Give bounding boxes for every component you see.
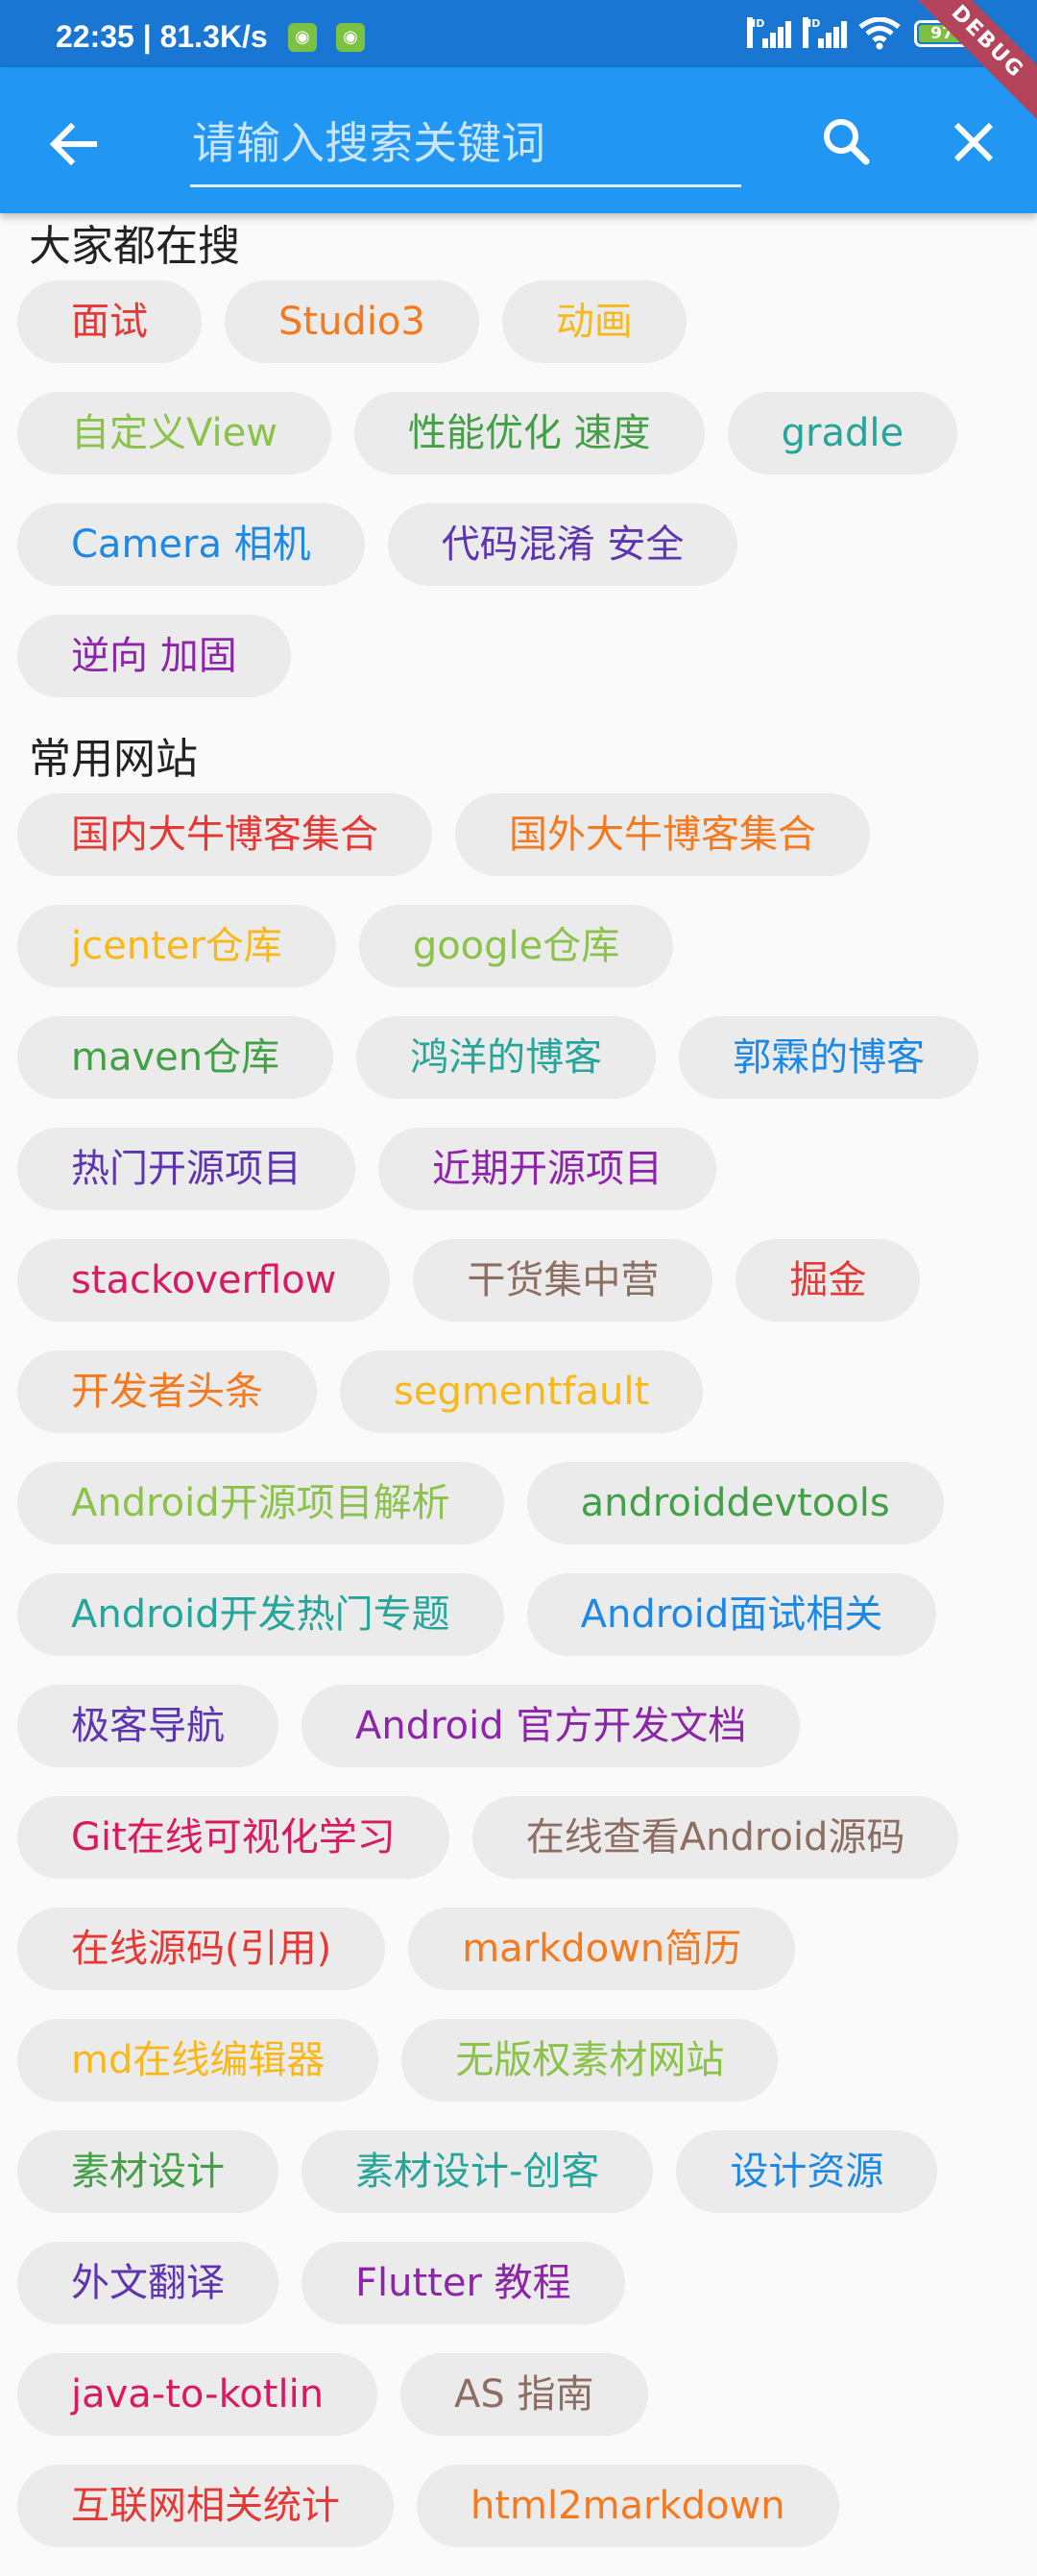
status-icons: HD HD 97 (747, 17, 970, 50)
close-icon (953, 122, 994, 162)
tag-chip[interactable]: androiddevtools (526, 1462, 944, 1544)
search-field[interactable] (190, 108, 745, 187)
tag-chip[interactable]: 无版权素材网站 (401, 2019, 779, 2102)
tag-chip[interactable]: java-to-kotlin (17, 2353, 378, 2436)
tag-chip[interactable]: 自定义View (17, 392, 331, 474)
tag-chip[interactable]: segmentfault (340, 1350, 704, 1433)
android-notification-icon: ◉ (336, 23, 365, 52)
tag-chip[interactable]: 外文翻译 (17, 2242, 278, 2324)
tag-chip[interactable]: Android 官方开发文档 (301, 1685, 801, 1767)
tag-chip[interactable]: 互联网相关统计 (17, 2465, 394, 2547)
tag-chip[interactable]: 掘金 (736, 1239, 921, 1322)
wifi-icon (858, 17, 901, 50)
signal-2-icon: HD (803, 17, 847, 50)
search-button[interactable] (812, 108, 881, 177)
tag-chip[interactable]: maven仓库 (17, 1016, 334, 1099)
tag-chip[interactable]: Git在线可视化学习 (17, 1796, 449, 1879)
tag-chip[interactable]: Android开发热门专题 (17, 1573, 504, 1656)
tag-chip[interactable]: 郭霖的博客 (679, 1016, 979, 1099)
tag-chip[interactable]: stackoverflow (17, 1239, 391, 1322)
tag-chip[interactable]: gradle (727, 392, 958, 474)
search-input[interactable] (190, 108, 745, 179)
section-title-common-sites: 常用网站 (29, 735, 198, 784)
common-sites-section: 常用网站 国内大牛博客集合 国外大牛博客集合 jcenter仓库 google仓库 ma… (0, 726, 1037, 2576)
tag-chip[interactable]: 鸿洋的博客 (356, 1016, 657, 1099)
tag-chip[interactable]: 性能优化 速度 (353, 392, 705, 474)
tag-chip[interactable]: 在线源码(引用) (17, 1908, 386, 1990)
tag-chip[interactable]: Studio3 (225, 280, 479, 363)
signal-1-icon: HD (747, 17, 791, 50)
tag-chip[interactable]: 逆向 加固 (17, 615, 291, 697)
tag-chip[interactable]: 在线查看Android源码 (471, 1796, 959, 1879)
hd-label: HD (803, 17, 820, 48)
status-time-speed: 22:35 | 81.3K/s (56, 19, 268, 54)
tag-chip[interactable]: 近期开源项目 (378, 1128, 716, 1210)
search-app-bar (0, 67, 1037, 213)
search-suggestions: 大家都在搜 面试 Studio3 动画自定义View 性能优化 速度 gradle Cam… (0, 213, 1037, 2576)
tag-chip[interactable]: Camera 相机 (17, 503, 365, 586)
tag-chip[interactable]: 动画 (501, 280, 687, 363)
tag-chip[interactable]: 代码混淆 安全 (387, 503, 738, 586)
tag-chip[interactable]: 面试 (17, 280, 202, 363)
tag-chip[interactable]: 设计资源 (676, 2130, 938, 2213)
android-debug-icon: ◉ (288, 23, 317, 52)
tag-chip[interactable]: jcenter仓库 (17, 905, 336, 987)
tag-chip[interactable]: 极客导航 (17, 1685, 278, 1767)
tag-chip[interactable]: Android面试相关 (526, 1573, 937, 1656)
tag-chip[interactable]: 干货集中营 (413, 1239, 713, 1322)
tag-chip[interactable]: 开发者头条 (17, 1350, 317, 1433)
tag-chip[interactable]: md在线编辑器 (17, 2019, 379, 2102)
tag-chip[interactable]: google仓库 (358, 905, 674, 987)
tag-chip[interactable]: Android开源项目解析 (17, 1462, 504, 1544)
status-bar: 22:35 | 81.3K/s ◉ ◉ HD HD 97 (0, 0, 1037, 67)
tag-chip[interactable]: 国外大牛博客集合 (455, 793, 870, 876)
back-button[interactable] (38, 109, 108, 179)
clear-button[interactable] (939, 108, 1008, 177)
tag-chip[interactable]: Flutter 教程 (301, 2242, 625, 2324)
tag-chip[interactable]: 热门开源项目 (17, 1128, 355, 1210)
tag-chip[interactable]: html2markdown (417, 2465, 839, 2547)
common-sites-chips: 国内大牛博客集合 国外大牛博客集合 jcenter仓库 google仓库 maven仓库… (0, 793, 1037, 2576)
tag-chip[interactable]: 素材设计 (17, 2130, 278, 2213)
tag-chip[interactable]: 国内大牛博客集合 (17, 793, 432, 876)
arrow-back-icon (49, 122, 97, 166)
tag-chip[interactable]: AS 指南 (400, 2353, 648, 2436)
tag-chip[interactable]: 素材设计-创客 (301, 2130, 654, 2213)
section-title-hot-search: 大家都在搜 (29, 222, 240, 271)
hot-search-chips: 面试 Studio3 动画自定义View 性能优化 速度 gradle Camera 相机… (0, 280, 1037, 726)
hot-search-section: 大家都在搜 面试 Studio3 动画自定义View 性能优化 速度 gradle Cam… (0, 213, 1037, 726)
search-icon (824, 119, 870, 165)
hd-label: HD (747, 17, 764, 48)
tag-chip[interactable]: markdown简历 (408, 1908, 796, 1990)
